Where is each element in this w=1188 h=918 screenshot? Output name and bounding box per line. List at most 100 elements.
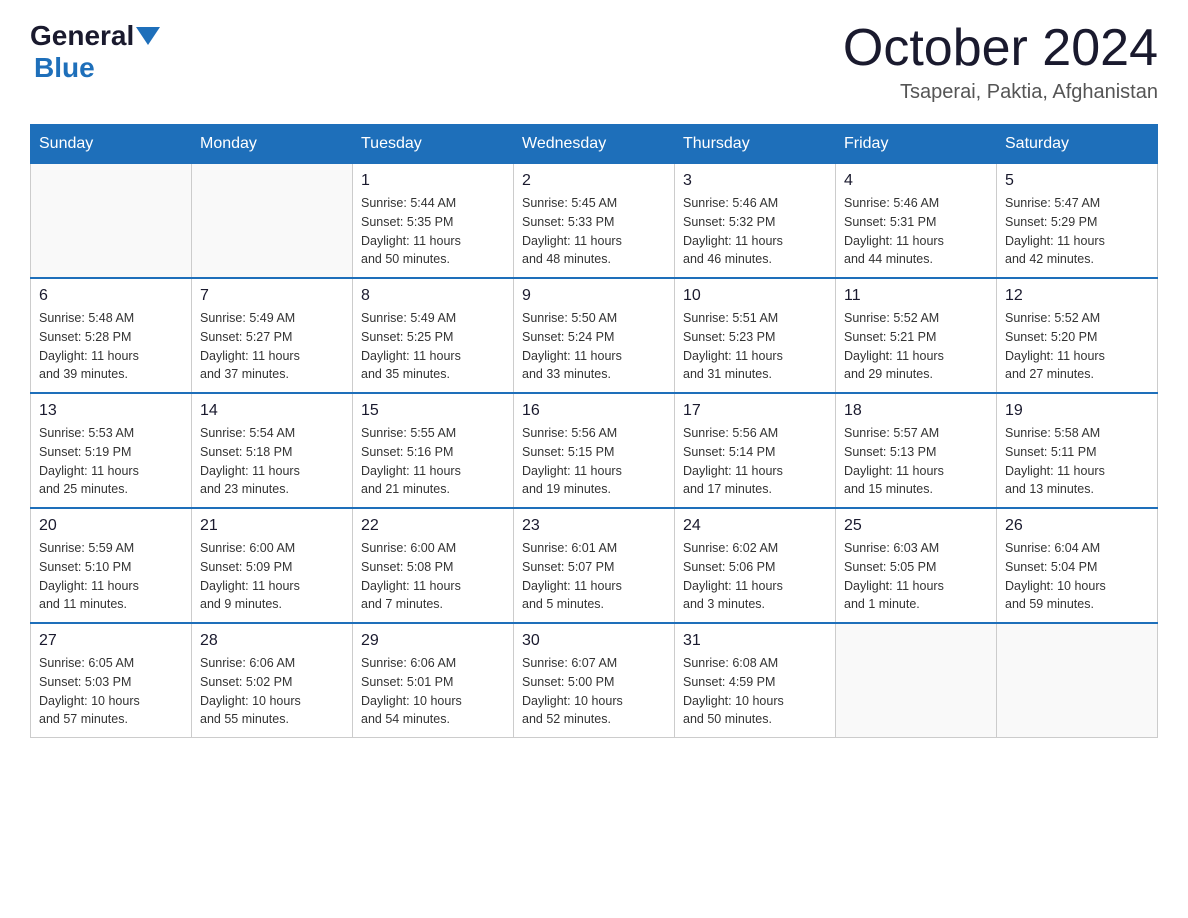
day-info: Sunrise: 5:52 AM Sunset: 5:20 PM Dayligh… [1005,309,1149,384]
day-info: Sunrise: 6:04 AM Sunset: 5:04 PM Dayligh… [1005,539,1149,614]
calendar-week-row: 6 Sunrise: 5:48 AM Sunset: 5:28 PM Daylig… [31,278,1158,393]
day-info: Sunrise: 5:56 AM Sunset: 5:14 PM Dayligh… [683,424,827,499]
day-info: Sunrise: 6:08 AM Sunset: 4:59 PM Dayligh… [683,654,827,729]
day-number: 19 [1005,402,1149,420]
calendar-cell: 18 Sunrise: 5:57 AM Sunset: 5:13 PM Dayli… [836,393,997,508]
calendar-cell: 5 Sunrise: 5:47 AM Sunset: 5:29 PM Daylig… [997,164,1158,279]
calendar-cell: 14Sunrise: 5:54 AM Sunset: 5:18 PM Dayli… [192,393,353,508]
day-number: 27 [39,632,183,650]
day-info: Sunrise: 6:02 AM Sunset: 5:06 PM Dayligh… [683,539,827,614]
day-number: 9 [522,287,666,305]
calendar-cell: 7Sunrise: 5:49 AM Sunset: 5:27 PM Daylig… [192,278,353,393]
weekday-header-sunday: Sunday [31,125,192,164]
calendar-cell: 28 Sunrise: 6:06 AM Sunset: 5:02 PM Dayli… [192,623,353,738]
day-info: Sunrise: 5:55 AM Sunset: 5:16 PM Dayligh… [361,424,505,499]
day-info: Sunrise: 5:48 AM Sunset: 5:28 PM Dayligh… [39,309,183,384]
day-info: Sunrise: 5:45 AM Sunset: 5:33 PM Dayligh… [522,194,666,269]
day-info: Sunrise: 6:03 AM Sunset: 5:05 PM Dayligh… [844,539,988,614]
logo-text: General [30,20,162,52]
day-number: 11 [844,287,988,305]
logo-general: General [30,20,134,52]
day-number: 1 [361,172,505,190]
day-info: Sunrise: 6:06 AM Sunset: 5:02 PM Dayligh… [200,654,344,729]
calendar-cell: 6 Sunrise: 5:48 AM Sunset: 5:28 PM Daylig… [31,278,192,393]
day-info: Sunrise: 5:57 AM Sunset: 5:13 PM Dayligh… [844,424,988,499]
calendar-week-row: 27 Sunrise: 6:05 AM Sunset: 5:03 PM Dayli… [31,623,1158,738]
logo-triangle-icon [136,27,160,45]
day-info: Sunrise: 5:47 AM Sunset: 5:29 PM Dayligh… [1005,194,1149,269]
day-info: Sunrise: 5:46 AM Sunset: 5:32 PM Dayligh… [683,194,827,269]
logo: General Blue [30,20,162,84]
weekday-header-saturday: Saturday [997,125,1158,164]
day-number: 24 [683,517,827,535]
calendar-cell: 23 Sunrise: 6:01 AM Sunset: 5:07 PM Dayli… [514,508,675,623]
day-info: Sunrise: 6:07 AM Sunset: 5:00 PM Dayligh… [522,654,666,729]
day-number: 22 [361,517,505,535]
weekday-header-thursday: Thursday [675,125,836,164]
day-info: Sunrise: 6:01 AM Sunset: 5:07 PM Dayligh… [522,539,666,614]
calendar-cell: 13Sunrise: 5:53 AM Sunset: 5:19 PM Dayli… [31,393,192,508]
weekday-header-wednesday: Wednesday [514,125,675,164]
weekday-header-tuesday: Tuesday [353,125,514,164]
day-number: 12 [1005,287,1149,305]
day-info: Sunrise: 5:50 AM Sunset: 5:24 PM Dayligh… [522,309,666,384]
day-info: Sunrise: 6:00 AM Sunset: 5:08 PM Dayligh… [361,539,505,614]
calendar-cell: 8 Sunrise: 5:49 AM Sunset: 5:25 PM Daylig… [353,278,514,393]
day-number: 26 [1005,517,1149,535]
day-info: Sunrise: 6:06 AM Sunset: 5:01 PM Dayligh… [361,654,505,729]
day-number: 25 [844,517,988,535]
calendar-table: SundayMondayTuesdayWednesdayThursdayFrid… [30,124,1158,738]
day-info: Sunrise: 5:59 AM Sunset: 5:10 PM Dayligh… [39,539,183,614]
calendar-cell: 1 Sunrise: 5:44 AM Sunset: 5:35 PM Daylig… [353,164,514,279]
day-number: 8 [361,287,505,305]
weekday-header-friday: Friday [836,125,997,164]
calendar-cell: 3 Sunrise: 5:46 AM Sunset: 5:32 PM Daylig… [675,164,836,279]
calendar-cell: 21Sunrise: 6:00 AM Sunset: 5:09 PM Dayli… [192,508,353,623]
weekday-header-monday: Monday [192,125,353,164]
calendar-cell: 17 Sunrise: 5:56 AM Sunset: 5:14 PM Dayli… [675,393,836,508]
day-number: 4 [844,172,988,190]
day-number: 15 [361,402,505,420]
location: Tsaperai, Paktia, Afghanistan [843,81,1158,104]
day-number: 3 [683,172,827,190]
calendar-cell: 26 Sunrise: 6:04 AM Sunset: 5:04 PM Dayli… [997,508,1158,623]
calendar-cell [31,164,192,279]
day-info: Sunrise: 5:56 AM Sunset: 5:15 PM Dayligh… [522,424,666,499]
day-info: Sunrise: 5:51 AM Sunset: 5:23 PM Dayligh… [683,309,827,384]
day-number: 7 [200,287,344,305]
calendar-cell: 15 Sunrise: 5:55 AM Sunset: 5:16 PM Dayli… [353,393,514,508]
day-info: Sunrise: 5:44 AM Sunset: 5:35 PM Dayligh… [361,194,505,269]
day-number: 5 [1005,172,1149,190]
day-number: 28 [200,632,344,650]
day-info: Sunrise: 5:49 AM Sunset: 5:25 PM Dayligh… [361,309,505,384]
day-number: 17 [683,402,827,420]
day-number: 6 [39,287,183,305]
day-info: Sunrise: 6:00 AM Sunset: 5:09 PM Dayligh… [200,539,344,614]
day-info: Sunrise: 5:53 AM Sunset: 5:19 PM Dayligh… [39,424,183,499]
day-info: Sunrise: 5:46 AM Sunset: 5:31 PM Dayligh… [844,194,988,269]
calendar-week-row: 13Sunrise: 5:53 AM Sunset: 5:19 PM Dayli… [31,393,1158,508]
day-number: 29 [361,632,505,650]
title-section: October 2024 Tsaperai, Paktia, Afghanist… [843,20,1158,104]
calendar-week-row: 1 Sunrise: 5:44 AM Sunset: 5:35 PM Daylig… [31,164,1158,279]
day-number: 18 [844,402,988,420]
calendar-cell: 24 Sunrise: 6:02 AM Sunset: 5:06 PM Dayli… [675,508,836,623]
day-number: 2 [522,172,666,190]
day-number: 30 [522,632,666,650]
day-number: 14 [200,402,344,420]
logo-blue: Blue [34,52,95,83]
day-number: 23 [522,517,666,535]
weekday-header-row: SundayMondayTuesdayWednesdayThursdayFrid… [31,125,1158,164]
calendar-cell: 11Sunrise: 5:52 AM Sunset: 5:21 PM Dayli… [836,278,997,393]
calendar-cell: 4 Sunrise: 5:46 AM Sunset: 5:31 PM Daylig… [836,164,997,279]
day-number: 16 [522,402,666,420]
day-number: 31 [683,632,827,650]
calendar-cell: 30 Sunrise: 6:07 AM Sunset: 5:00 PM Dayli… [514,623,675,738]
day-info: Sunrise: 6:05 AM Sunset: 5:03 PM Dayligh… [39,654,183,729]
calendar-cell: 27 Sunrise: 6:05 AM Sunset: 5:03 PM Dayli… [31,623,192,738]
calendar-cell: 2 Sunrise: 5:45 AM Sunset: 5:33 PM Daylig… [514,164,675,279]
calendar-cell: 25 Sunrise: 6:03 AM Sunset: 5:05 PM Dayli… [836,508,997,623]
calendar-cell [192,164,353,279]
calendar-cell: 31 Sunrise: 6:08 AM Sunset: 4:59 PM Dayli… [675,623,836,738]
month-title: October 2024 [843,20,1158,77]
